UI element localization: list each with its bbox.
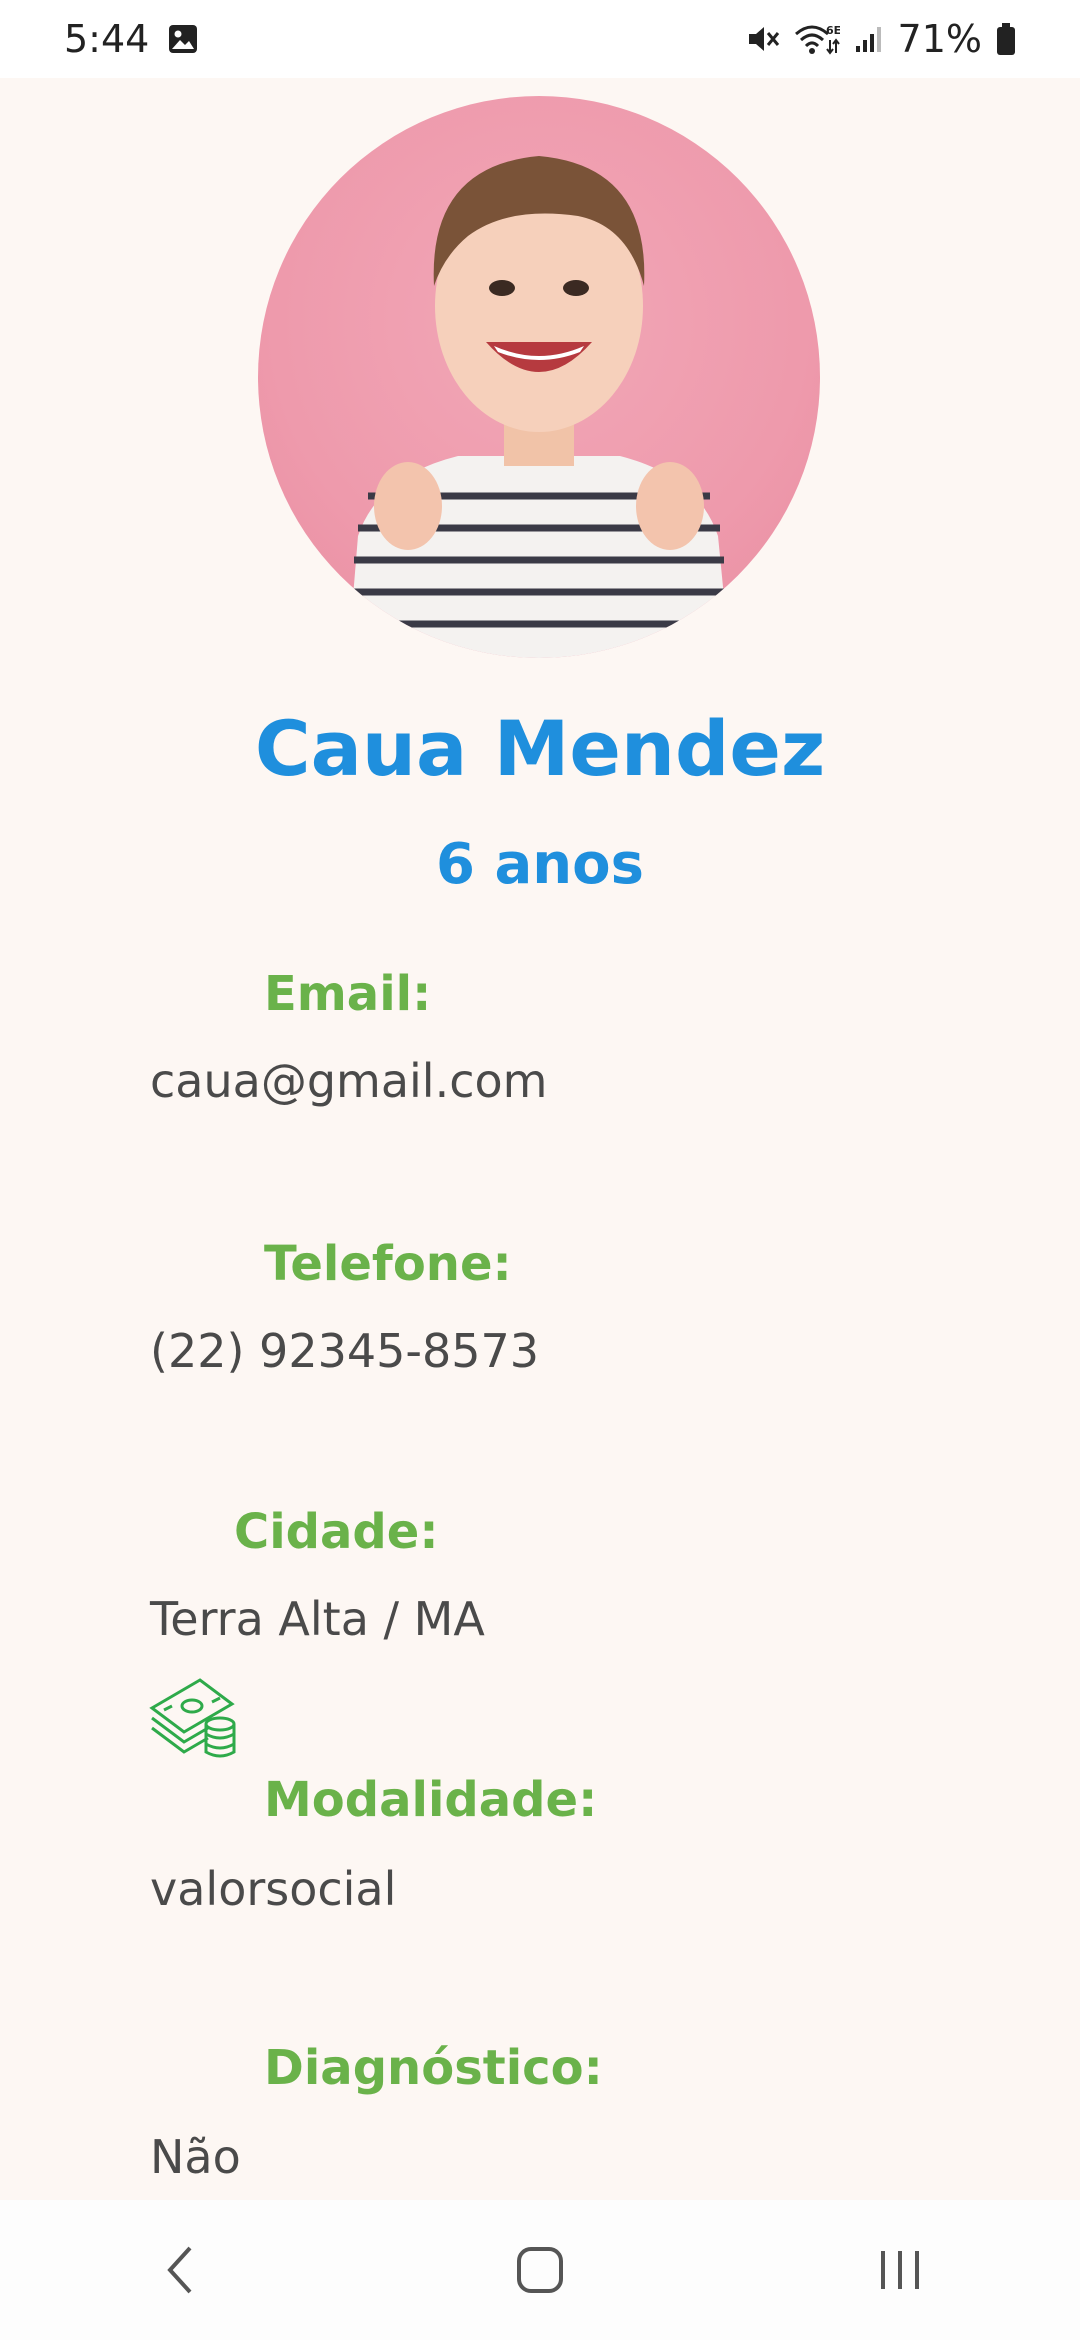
- phone-value: (22) 92345-8573: [150, 1324, 540, 1378]
- child-name: Caua Mendez: [254, 704, 826, 793]
- gallery-icon: [167, 23, 199, 55]
- home-icon: [517, 2247, 563, 2293]
- city-label: Cidade:: [234, 1504, 439, 1560]
- money-icon: [148, 1674, 238, 1760]
- phone-label: Telefone:: [264, 1236, 512, 1292]
- diagnosis-value: Não: [150, 2130, 241, 2184]
- profile-content: Caua Mendez 6 anos Email: caua@gmail.com…: [0, 78, 1080, 2200]
- svg-text:6E: 6E: [826, 24, 840, 37]
- signal-icon: [854, 24, 884, 54]
- diagnosis-label: Diagnóstico:: [264, 2040, 603, 2096]
- child-age: 6 anos: [436, 832, 644, 897]
- back-icon: [167, 2246, 192, 2294]
- recents-icon: [881, 2251, 919, 2289]
- email-label: Email:: [264, 966, 432, 1022]
- navigation-bar: [0, 2200, 1080, 2340]
- home-button[interactable]: [480, 2220, 600, 2320]
- modality-value: valorsocial: [150, 1862, 397, 1916]
- mute-icon: [746, 23, 780, 55]
- city-value: Terra Alta / MA: [150, 1592, 485, 1646]
- recents-button[interactable]: [840, 2220, 960, 2320]
- status-bar: 5:44 6E 71%: [0, 0, 1080, 78]
- battery-percent: 71%: [897, 17, 982, 61]
- email-value: caua@gmail.com: [150, 1054, 548, 1108]
- battery-icon: [996, 22, 1016, 56]
- status-right: 6E 71%: [746, 17, 1016, 61]
- status-time: 5:44: [64, 17, 150, 61]
- status-left: 5:44: [64, 17, 199, 61]
- modality-label: Modalidade:: [264, 1772, 598, 1828]
- back-button[interactable]: [120, 2220, 240, 2320]
- child-photo: [258, 96, 820, 658]
- wifi-6e-icon: 6E: [794, 22, 840, 56]
